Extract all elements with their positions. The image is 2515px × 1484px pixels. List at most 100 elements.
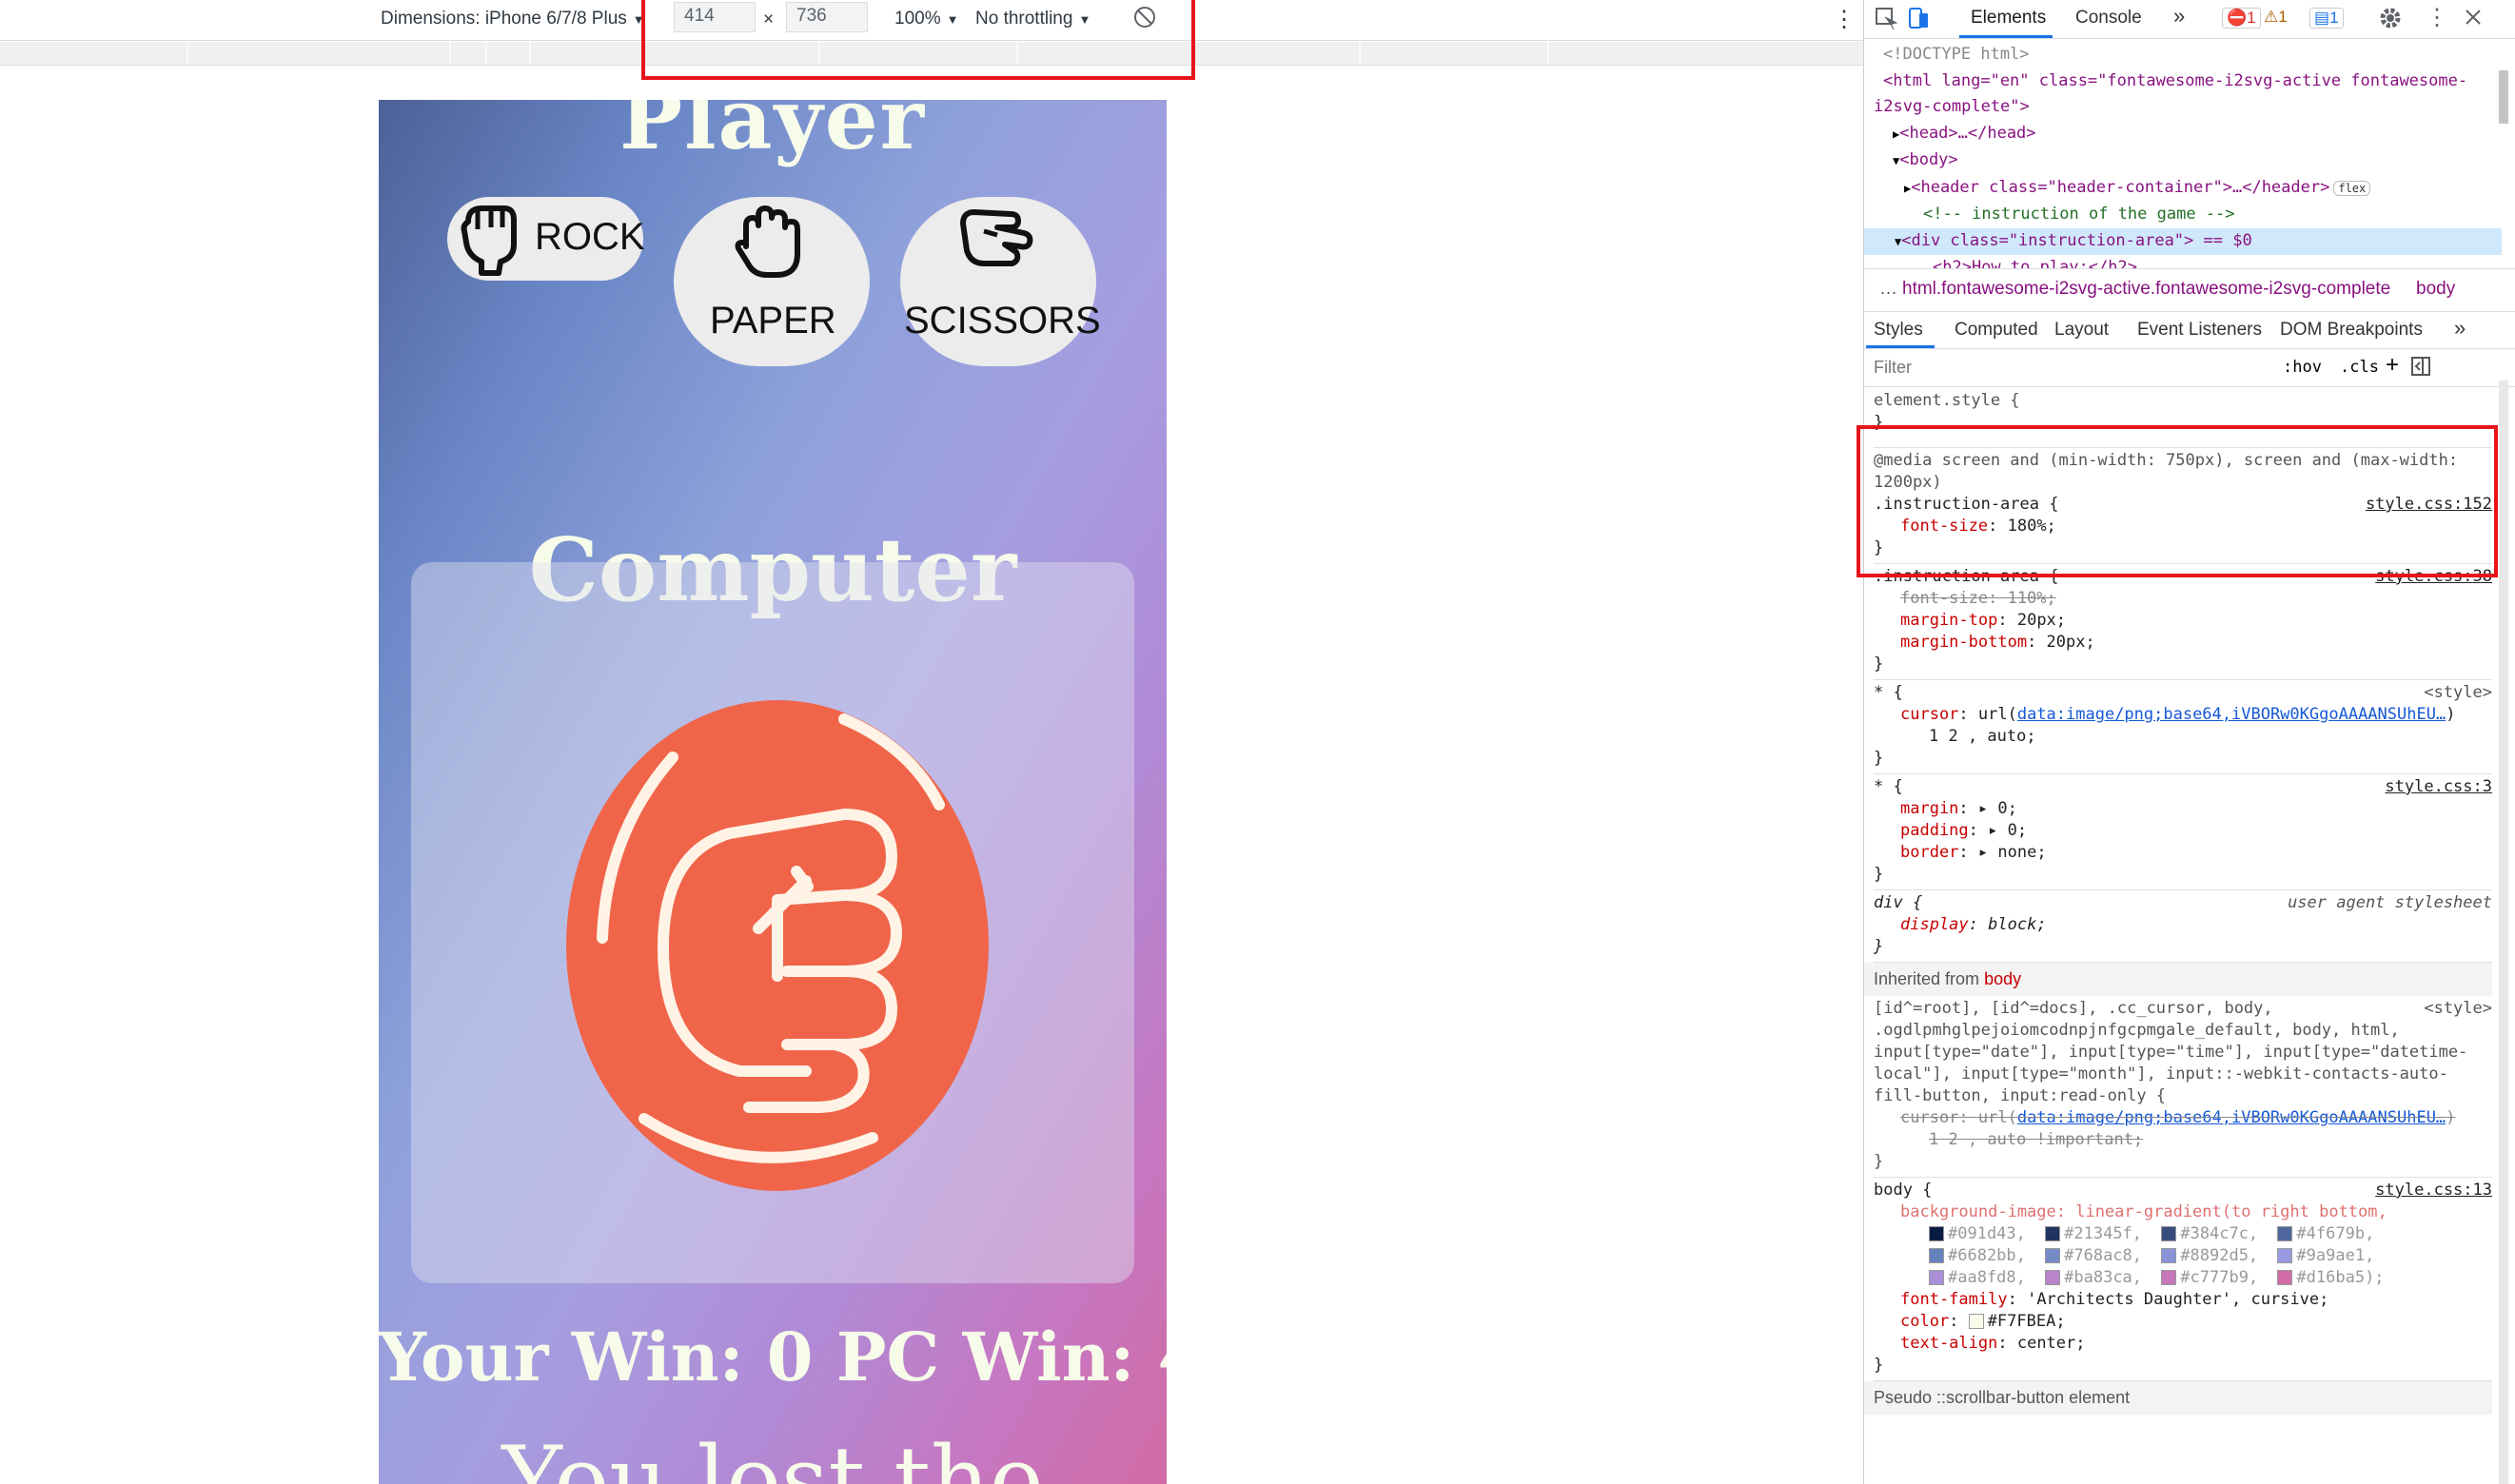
color-swatch[interactable]	[2045, 1226, 2061, 1241]
padding-declaration[interactable]: padding: ▸ 0;	[1874, 820, 2492, 842]
background-image-declaration[interactable]: background-image: linear-gradient(to rig…	[1874, 1201, 2492, 1223]
source-style-tag: <style>	[2424, 683, 2492, 702]
color-swatch[interactable]	[2161, 1248, 2177, 1263]
tab-elements[interactable]: Elements	[1971, 8, 2046, 29]
styles-scrollbar-track[interactable]	[2499, 381, 2508, 1484]
computer-choice-card	[411, 562, 1134, 1283]
cls-button[interactable]: .cls	[2340, 358, 2379, 377]
more-icon[interactable]: ⋮	[1833, 6, 1856, 33]
hov-button[interactable]: :hov	[2283, 358, 2322, 377]
dom-body-node[interactable]: ▼<body>	[1874, 147, 2502, 175]
gradient-color-stop[interactable]: #091d43,	[1929, 1224, 2026, 1243]
dom-doctype[interactable]: <!DOCTYPE html>	[1874, 42, 2502, 68]
plus-icon[interactable]: +	[2386, 352, 2399, 379]
tab-styles[interactable]: Styles	[1874, 320, 1923, 341]
device-mode-icon[interactable]	[1906, 6, 1931, 36]
tab-dom-breakpoints[interactable]: DOM Breakpoints	[2280, 320, 2423, 341]
tab-event-listeners[interactable]: Event Listeners	[2137, 320, 2262, 341]
tab-layout[interactable]: Layout	[2054, 320, 2109, 341]
gradient-color-stop[interactable]: #384c7c,	[2161, 1224, 2258, 1243]
inspect-icon[interactable]	[1874, 6, 1898, 36]
cursor-tail: 1 2 , auto !important;	[1929, 1130, 2144, 1149]
tab-computed[interactable]: Computed	[1955, 320, 2038, 341]
cursor-declaration[interactable]: cursor: url(data:image/png;base64,iVBORw…	[1874, 704, 2492, 726]
prop-value: 'Architects Daughter', cursive;	[2027, 1290, 2329, 1309]
dom-h2: <h2>How to play:</h2>	[1933, 258, 2137, 268]
rule-universal-reset[interactable]: * { style.css:3 margin: ▸ 0; padding: ▸ …	[1874, 774, 2492, 890]
gradient-color-stop[interactable]: #768ac8,	[2045, 1246, 2142, 1265]
dom-selected-div[interactable]: ▼<div class="instruction-area"> == $0	[1864, 227, 2502, 255]
close-icon[interactable]	[2462, 6, 2485, 34]
text-align-declaration[interactable]: text-align: center;	[1874, 1333, 2492, 1355]
errors-badge[interactable]: ⛔1	[2222, 8, 2261, 29]
rule-extension-cursor[interactable]: [id^=root], [id^=docs], .cc_cursor, body…	[1874, 996, 2492, 1178]
gradient-color-stop[interactable]: #d16ba5);	[2277, 1268, 2385, 1287]
breadcrumb-body[interactable]: body	[2416, 279, 2455, 300]
prop-name: cursor	[1900, 705, 1959, 724]
margin-bottom-declaration[interactable]: margin-bottom: 20px;	[1874, 632, 2492, 654]
gradient-color-stop[interactable]: #21345f,	[2045, 1224, 2142, 1243]
cursor-data-url[interactable]: data:image/png;base64,iVBORw0KGgoAAAANSU…	[2017, 1108, 2446, 1127]
cursor-data-url[interactable]: data:image/png;base64,iVBORw0KGgoAAAANSU…	[2017, 705, 2446, 724]
paper-button[interactable]: PAPER	[674, 197, 870, 366]
border-declaration[interactable]: border: ▸ none;	[1874, 842, 2492, 864]
rule-instruction-area[interactable]: .instruction-area { style.css:38 font-si…	[1874, 564, 2492, 680]
margin-top-declaration[interactable]: margin-top: 20px;	[1874, 610, 2492, 632]
more-icon[interactable]: ⋮	[2426, 4, 2448, 31]
source-link[interactable]: style.css:3	[2385, 776, 2492, 798]
color-swatch[interactable]	[1929, 1248, 1944, 1263]
tab-console[interactable]: Console	[2075, 8, 2142, 29]
gradient-color-stop[interactable]: #8892d5,	[2161, 1246, 2258, 1265]
color-declaration[interactable]: color: #F7FBEA;	[1874, 1311, 2492, 1333]
color-swatch[interactable]	[1929, 1226, 1944, 1241]
more-subtabs-button[interactable]: »	[2454, 316, 2466, 341]
gradient-color-stop[interactable]: #6682bb,	[1929, 1246, 2026, 1265]
dom-header-node[interactable]: ▶<header class="header-container">…</hea…	[1874, 175, 2502, 203]
dom-h2-node[interactable]: <h2>How to play:</h2>	[1874, 255, 2502, 268]
dom-comment[interactable]: <!-- instruction of the game -->	[1874, 202, 2502, 228]
warnings-badge[interactable]: ⚠1	[2260, 8, 2291, 27]
dom-html-node[interactable]: <html lang="en" class="fontawesome-i2svg…	[1874, 68, 2502, 95]
toggle-sidebar-icon[interactable]	[2410, 356, 2431, 382]
color-swatch[interactable]	[2277, 1248, 2293, 1263]
more-tabs-button[interactable]: »	[2173, 4, 2185, 29]
color-swatch[interactable]	[2045, 1248, 2061, 1263]
overridden-cursor[interactable]: cursor: url(data:image/png;base64,iVBORw…	[1874, 1107, 2492, 1129]
color-swatch[interactable]	[2161, 1226, 2177, 1241]
score-line: Your Win: 0 PC Win: 4	[379, 1318, 1167, 1396]
color-swatch[interactable]	[2045, 1270, 2061, 1285]
dom-scrollbar[interactable]	[2499, 70, 2508, 124]
prop-name: display	[1900, 915, 1969, 934]
rule-body[interactable]: body { style.css:13 background-image: li…	[1874, 1178, 2492, 1381]
overridden-font-size[interactable]: font-size: 110%;	[1874, 588, 2492, 610]
gradient-color-stop[interactable]: #ba83ca,	[2045, 1268, 2142, 1287]
color-swatch[interactable]	[2277, 1226, 2293, 1241]
color-swatch[interactable]	[1968, 1314, 1984, 1329]
breadcrumb-dots[interactable]: …	[1879, 279, 1897, 300]
scissors-button[interactable]: SCISSORS	[900, 197, 1101, 366]
color-swatch[interactable]	[2161, 1270, 2177, 1285]
rule-universal-cursor[interactable]: * { <style> cursor: url(data:image/png;b…	[1874, 680, 2492, 774]
margin-declaration[interactable]: margin: ▸ 0;	[1874, 798, 2492, 820]
gradient-color-stop[interactable]: #9a9ae1,	[2277, 1246, 2374, 1265]
rock-button[interactable]: ROCK	[447, 197, 645, 281]
source-link[interactable]: style.css:13	[2375, 1180, 2492, 1201]
prop-name: margin-top	[1900, 611, 1998, 630]
gear-icon[interactable]	[2378, 6, 2403, 36]
flex-badge[interactable]: flex	[2333, 180, 2371, 196]
breadcrumb-html[interactable]: html.fontawesome-i2svg-active.fontawesom…	[1902, 279, 2390, 300]
messages-badge[interactable]: ▤1	[2309, 8, 2344, 29]
gradient-color-stop[interactable]: #c777b9,	[2161, 1268, 2258, 1287]
inherited-from-link[interactable]: body	[1984, 969, 2021, 988]
filter-input[interactable]	[1872, 354, 2275, 381]
dimensions-select[interactable]: Dimensions: iPhone 6/7/8 Plus ▼	[381, 9, 645, 29]
gradient-color-stop[interactable]: #4f679b,	[2277, 1224, 2374, 1243]
dom-html-node-cont: i2svg-complete">	[1874, 94, 2502, 121]
font-family-declaration[interactable]: font-family: 'Architects Daughter', curs…	[1874, 1289, 2492, 1311]
dom-head-node[interactable]: ▶<head>…</head>	[1874, 121, 2502, 148]
color-swatch[interactable]	[1929, 1270, 1944, 1285]
color-swatch[interactable]	[2277, 1270, 2293, 1285]
rule-div-user-agent[interactable]: div { user agent stylesheet display: blo…	[1874, 890, 2492, 963]
gradient-color-stop[interactable]: #aa8fd8,	[1929, 1268, 2026, 1287]
display-declaration[interactable]: display: block;	[1874, 914, 2492, 936]
